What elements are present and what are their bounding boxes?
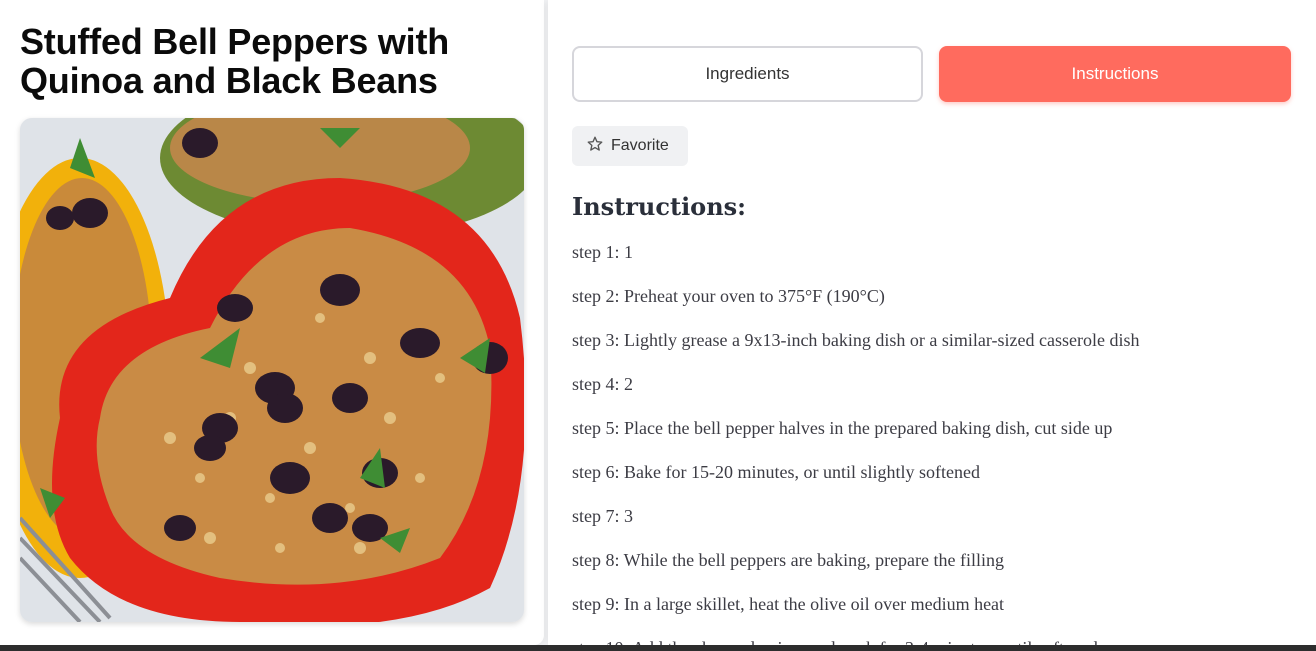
instruction-step: step 6: Bake for 15-20 minutes, or until… <box>572 462 980 482</box>
instruction-step: step 10: Add the chopped onion, and cook… <box>572 636 1302 645</box>
recipe-page: Stuffed Bell Peppers with Quinoa and Bla… <box>0 0 1316 651</box>
recipe-title: Stuffed Bell Peppers with Quinoa and Bla… <box>20 21 450 101</box>
instructions-list: step 1: 1 step 2: Preheat your oven to 3… <box>572 240 1302 645</box>
instruction-step: step 5: Place the bell pepper halves in … <box>572 418 1113 438</box>
recipe-photo <box>20 118 524 622</box>
detail-panel: Ingredients Instructions Favorite Instru… <box>548 0 1316 645</box>
instruction-step: step 8: While the bell peppers are bakin… <box>572 550 1005 570</box>
instruction-step: step 3: Lightly grease a 9x13-inch bakin… <box>572 330 1140 350</box>
instruction-step: step 7: 3 <box>572 506 633 526</box>
favorite-label: Favorite <box>611 137 669 154</box>
instruction-step: step 2: Preheat your oven to 375°F (190°… <box>572 286 885 306</box>
instructions-heading: Instructions: <box>572 192 747 221</box>
instruction-step: step 4: 2 <box>572 374 633 394</box>
instruction-step: step 9: In a large skillet, heat the oli… <box>572 594 1005 614</box>
tab-ingredients[interactable]: Ingredients <box>572 46 923 102</box>
favorite-button[interactable]: Favorite <box>572 126 688 166</box>
tab-instructions[interactable]: Instructions <box>939 46 1291 102</box>
recipe-card: Stuffed Bell Peppers with Quinoa and Bla… <box>0 0 544 645</box>
window-bottom-edge <box>0 645 1316 651</box>
instruction-step: step 1: 1 <box>572 242 633 262</box>
star-icon <box>586 135 604 158</box>
